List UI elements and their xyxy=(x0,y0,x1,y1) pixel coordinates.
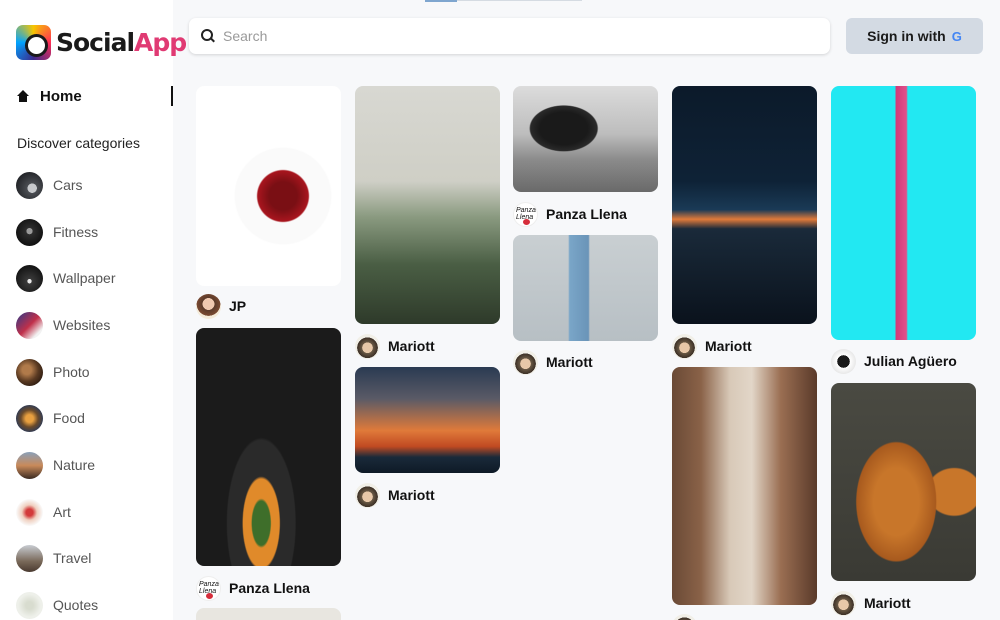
category-thumbnail xyxy=(16,311,43,339)
author-name: Mariott xyxy=(546,354,593,370)
sidebar-item-travel[interactable]: Travel xyxy=(16,544,91,572)
author-name: Julian Agüero xyxy=(864,353,957,369)
search-bar[interactable] xyxy=(189,18,830,54)
sidebar-item-fitness[interactable]: Fitness xyxy=(16,218,98,246)
category-thumbnail xyxy=(16,358,43,386)
avatar xyxy=(831,590,856,616)
search-input[interactable] xyxy=(223,28,803,44)
pin-author[interactable]: JP xyxy=(196,292,246,320)
google-icon: G xyxy=(951,28,962,44)
category-thumbnail xyxy=(16,544,43,572)
pin-author[interactable]: Mariott xyxy=(513,348,593,376)
top-tab-indicator xyxy=(425,0,457,2)
sidebar-item-label: Travel xyxy=(53,550,92,566)
sidebar-item-websites[interactable]: Websites xyxy=(16,311,110,339)
avatar xyxy=(831,348,856,374)
sidebar-item-label: Photo xyxy=(53,364,90,380)
pin-author[interactable] xyxy=(672,612,697,620)
discover-categories-heading: Discover categories xyxy=(17,135,140,151)
sidebar-item-label: Quotes xyxy=(53,597,99,613)
avatar xyxy=(355,333,380,359)
sidebar-item-art[interactable]: Art xyxy=(16,498,71,526)
pin-image-horse[interactable] xyxy=(513,86,658,192)
category-thumbnail xyxy=(16,591,43,619)
sidebar-item-nature[interactable]: Nature xyxy=(16,451,95,479)
heart-icon xyxy=(206,592,213,599)
pin-image-skateboarder[interactable] xyxy=(513,235,658,341)
pin-image-beach-dusk[interactable] xyxy=(672,86,817,324)
sidebar: SocialApp Home Discover categories Cars … xyxy=(0,0,187,620)
sidebar-item-quotes[interactable]: Quotes xyxy=(16,591,98,619)
sidebar-item-label: Home xyxy=(40,87,82,105)
sidebar-item-label: Websites xyxy=(53,317,111,333)
sidebar-item-wallpaper[interactable]: Wallpaper xyxy=(16,264,116,292)
category-thumbnail xyxy=(16,218,43,246)
app-root: SocialApp Home Discover categories Cars … xyxy=(0,0,1000,620)
author-name: Panza Llena xyxy=(229,580,310,596)
category-thumbnail xyxy=(16,171,43,199)
app-logo[interactable]: SocialApp xyxy=(16,25,187,60)
sidebar-item-label: Cars xyxy=(53,177,83,193)
avatar: Panza Llena xyxy=(196,575,221,601)
sidebar-item-food[interactable]: Food xyxy=(16,404,85,432)
pin-image-partial[interactable] xyxy=(196,608,341,620)
sidebar-item-label: Food xyxy=(53,410,85,426)
sidebar-item-label: Nature xyxy=(53,457,96,473)
pin-author[interactable]: Panza Llena Panza Llena xyxy=(513,200,627,228)
sign-in-label: Sign in with xyxy=(867,28,946,44)
category-thumbnail xyxy=(16,451,43,479)
pin-author[interactable]: Mariott xyxy=(672,332,752,360)
category-thumbnail xyxy=(16,498,43,526)
avatar xyxy=(196,293,221,319)
avatar xyxy=(672,333,697,359)
avatar xyxy=(355,482,380,508)
sidebar-item-label: Wallpaper xyxy=(53,270,116,286)
logo-text: SocialApp xyxy=(56,28,187,57)
avatar xyxy=(513,349,538,375)
pin-author[interactable]: Mariott xyxy=(831,589,911,617)
pin-image-canyon[interactable] xyxy=(672,367,817,605)
author-name: Panza Llena xyxy=(546,206,627,222)
sidebar-item-label: Fitness xyxy=(53,224,99,240)
sign-in-button[interactable]: Sign in with G xyxy=(846,18,983,54)
category-thumbnail xyxy=(16,264,43,292)
author-name: JP xyxy=(229,298,247,314)
pin-image-shiba-dogs[interactable] xyxy=(831,383,976,581)
avatar: Panza Llena xyxy=(513,201,538,227)
pin-image-cherries[interactable] xyxy=(196,86,341,286)
pin-image-pink-flower[interactable] xyxy=(831,86,976,340)
sidebar-item-label: Art xyxy=(53,504,71,520)
pin-image-pumpkins[interactable] xyxy=(196,328,341,566)
sidebar-item-cars[interactable]: Cars xyxy=(16,171,83,199)
pin-image-lighthouse[interactable] xyxy=(355,367,500,473)
pin-author[interactable]: Mariott xyxy=(355,332,435,360)
avatar xyxy=(672,613,697,620)
search-icon xyxy=(201,29,215,43)
top-tab-track xyxy=(457,0,582,1)
pin-author[interactable]: Julian Agüero xyxy=(831,347,957,375)
sidebar-item-photo[interactable]: Photo xyxy=(16,358,90,386)
logo-icon xyxy=(16,25,51,60)
heart-icon xyxy=(523,218,530,225)
author-name: Mariott xyxy=(388,338,435,354)
author-name: Mariott xyxy=(388,487,435,503)
pin-author[interactable]: Panza Llena Panza Llena xyxy=(196,574,310,602)
category-thumbnail xyxy=(16,404,43,432)
pin-image-girl-in-field[interactable] xyxy=(355,86,500,324)
sidebar-item-home[interactable]: Home xyxy=(17,86,173,106)
author-name: Mariott xyxy=(705,338,752,354)
pin-author[interactable]: Mariott xyxy=(355,481,435,509)
author-name: Mariott xyxy=(864,595,911,611)
home-icon xyxy=(17,89,29,103)
